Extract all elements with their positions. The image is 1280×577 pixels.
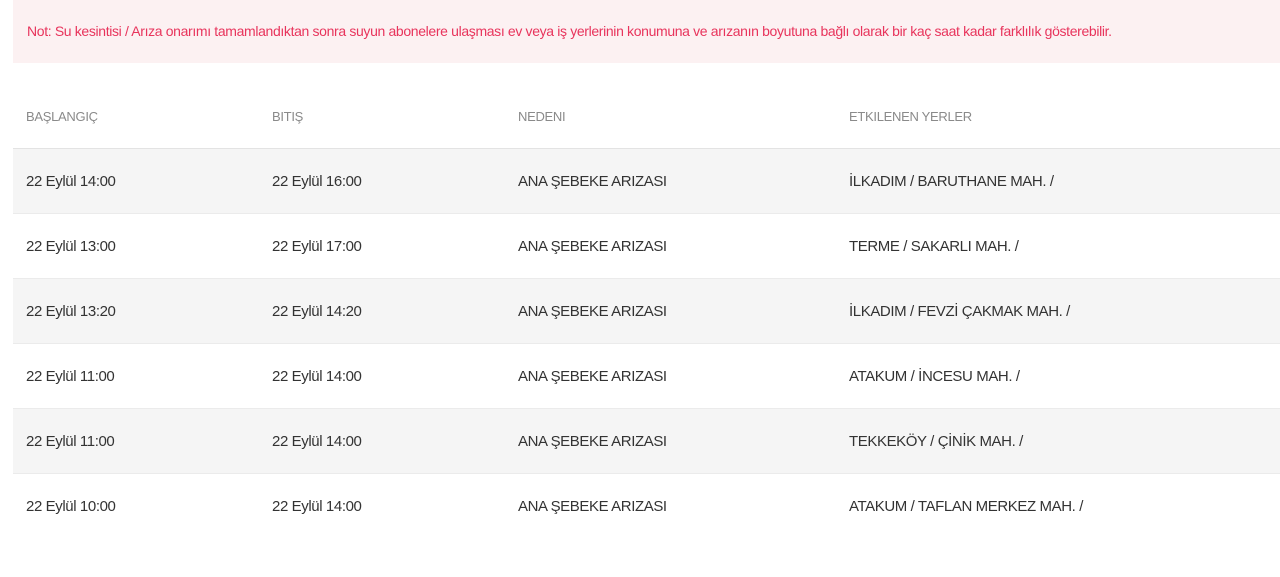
cell-areas: TEKKEKÖY / ÇİNİK MAH. /	[836, 408, 1280, 474]
table-row: 22 Eylül 13:20 22 Eylül 14:20 ANA ŞEBEKE…	[13, 278, 1280, 344]
cell-areas: TERME / SAKARLI MAH. /	[836, 213, 1280, 279]
cell-end: 22 Eylül 14:00	[259, 473, 505, 538]
cell-reason: ANA ŞEBEKE ARIZASI	[505, 148, 836, 214]
header-reason: NEDENI	[505, 85, 836, 149]
cell-areas: ATAKUM / TAFLAN MERKEZ MAH. /	[836, 473, 1280, 538]
cell-reason: ANA ŞEBEKE ARIZASI	[505, 408, 836, 474]
table-row: 22 Eylül 11:00 22 Eylül 14:00 ANA ŞEBEKE…	[13, 408, 1280, 474]
header-start: BAŞLANGIÇ	[13, 85, 259, 149]
outage-table: BAŞLANGIÇ BITIŞ NEDENI ETKILENEN YERLER …	[13, 85, 1280, 538]
cell-reason: ANA ŞEBEKE ARIZASI	[505, 213, 836, 279]
cell-reason: ANA ŞEBEKE ARIZASI	[505, 473, 836, 538]
cell-start: 22 Eylül 11:00	[13, 343, 259, 409]
cell-areas: İLKADIM / FEVZİ ÇAKMAK MAH. /	[836, 278, 1280, 344]
header-affected-areas: ETKILENEN YERLER	[836, 85, 1280, 149]
cell-start: 22 Eylül 13:20	[13, 278, 259, 344]
cell-start: 22 Eylül 13:00	[13, 213, 259, 279]
cell-start: 22 Eylül 10:00	[13, 473, 259, 538]
table-row: 22 Eylül 10:00 22 Eylül 14:00 ANA ŞEBEKE…	[13, 473, 1280, 538]
cell-areas: ATAKUM / İNCESU MAH. /	[836, 343, 1280, 409]
cell-start: 22 Eylül 11:00	[13, 408, 259, 474]
cell-end: 22 Eylül 14:20	[259, 278, 505, 344]
table-row: 22 Eylül 13:00 22 Eylül 17:00 ANA ŞEBEKE…	[13, 213, 1280, 279]
cell-start: 22 Eylül 14:00	[13, 148, 259, 214]
cell-reason: ANA ŞEBEKE ARIZASI	[505, 343, 836, 409]
outage-panel: Not: Su kesintisi / Arıza onarımı tamaml…	[13, 0, 1280, 538]
cell-areas: İLKADIM / BARUTHANE MAH. /	[836, 148, 1280, 214]
cell-end: 22 Eylül 14:00	[259, 343, 505, 409]
cell-end: 22 Eylül 17:00	[259, 213, 505, 279]
header-end: BITIŞ	[259, 85, 505, 149]
cell-end: 22 Eylül 14:00	[259, 408, 505, 474]
table-row: 22 Eylül 14:00 22 Eylül 16:00 ANA ŞEBEKE…	[13, 148, 1280, 214]
cell-reason: ANA ŞEBEKE ARIZASI	[505, 278, 836, 344]
outage-notice: Not: Su kesintisi / Arıza onarımı tamaml…	[13, 0, 1280, 63]
cell-end: 22 Eylül 16:00	[259, 148, 505, 214]
table-row: 22 Eylül 11:00 22 Eylül 14:00 ANA ŞEBEKE…	[13, 343, 1280, 409]
table-header-row: BAŞLANGIÇ BITIŞ NEDENI ETKILENEN YERLER	[13, 85, 1280, 149]
